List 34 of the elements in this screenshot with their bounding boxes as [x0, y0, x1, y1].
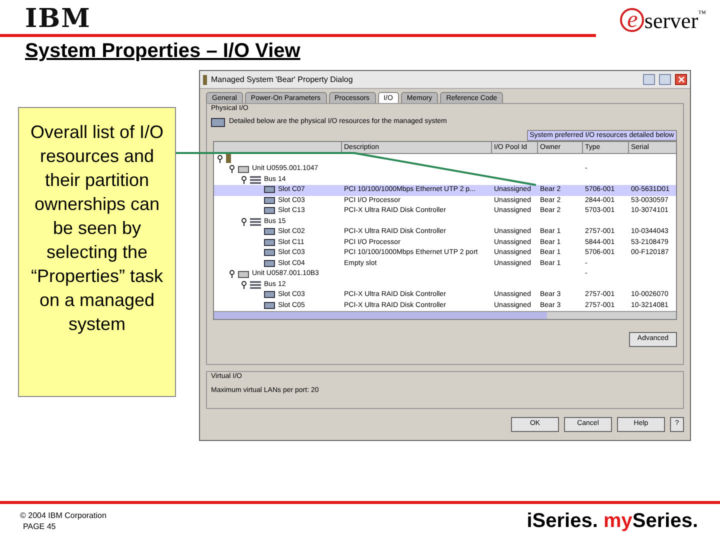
- server-icon: [226, 154, 231, 164]
- card-icon: [264, 249, 275, 258]
- bus-icon: [250, 280, 261, 289]
- card-icon: [264, 186, 275, 194]
- horizontal-scrollbar[interactable]: [214, 311, 676, 319]
- card-icon: [264, 238, 275, 247]
- card-icon: [264, 291, 275, 300]
- card-icon: [264, 260, 275, 268]
- expanded-toggle-icon[interactable]: [217, 154, 223, 163]
- tagline: iSeries. mySeries.: [526, 510, 698, 532]
- slide-title: System Properties – I/O View: [25, 39, 302, 63]
- bus-icon: [250, 218, 261, 226]
- expanded-toggle-icon[interactable]: [241, 176, 247, 184]
- expanded-toggle-icon[interactable]: [229, 270, 235, 278]
- window-title: Managed System 'Bear' Property Dialog: [211, 74, 354, 86]
- close-icon: [678, 76, 684, 83]
- callout-box: Overall list of I/O resources and their partition ownerships can be seen by selecting the “Properties” task on a managed system: [18, 107, 176, 397]
- card-icon: [211, 118, 225, 127]
- bus-icon: [250, 176, 261, 184]
- close-button[interactable]: [675, 74, 687, 85]
- window-icon: [203, 74, 207, 84]
- expanded-toggle-icon[interactable]: [241, 280, 247, 289]
- copyright-text: © 2004 IBM Corporation: [20, 510, 106, 521]
- card-icon: [264, 228, 275, 236]
- expanded-toggle-icon[interactable]: [229, 165, 235, 174]
- brand-logo: e server™: [620, 8, 706, 32]
- card-icon: [264, 302, 275, 310]
- company-logo: IBM: [25, 6, 91, 32]
- drawer-icon: [238, 166, 249, 173]
- drawer-icon: [238, 270, 249, 278]
- page-number: PAGE 45: [22, 521, 57, 532]
- expanded-toggle-icon[interactable]: [241, 218, 247, 226]
- card-icon: [264, 207, 275, 216]
- card-icon: [264, 196, 275, 205]
